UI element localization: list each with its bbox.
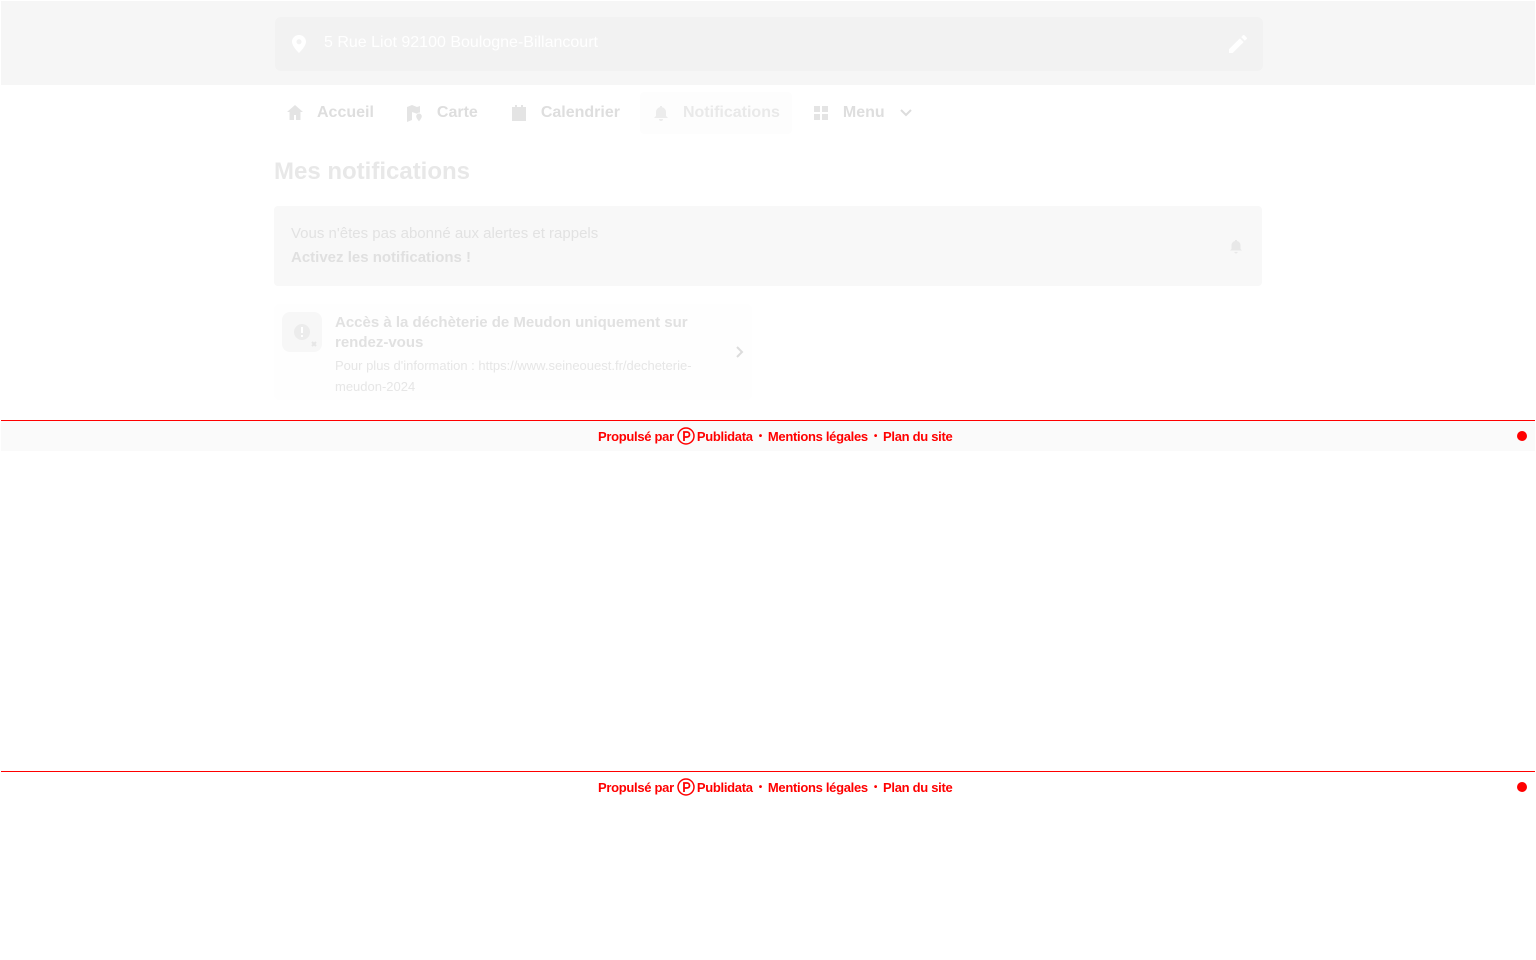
- publidata-link[interactable]: Publidata: [697, 429, 753, 444]
- nav-item-accueil[interactable]: Accueil: [274, 92, 386, 134]
- status-dot: [1517, 431, 1527, 441]
- nav-item-notifications[interactable]: Notifications: [639, 92, 792, 134]
- sitemap-link[interactable]: Plan du site: [883, 780, 953, 795]
- legal-notice-link[interactable]: Mentions légales: [768, 429, 868, 444]
- sitemap-link[interactable]: Plan du site: [883, 429, 953, 444]
- footer-links: Propulsé par Publidata • Mentions légale…: [598, 778, 953, 796]
- footer-duplicate: Propulsé par Publidata • Mentions légale…: [1, 771, 1535, 802]
- bell-icon: [1230, 240, 1242, 254]
- nav-item-calendrier[interactable]: Calendrier: [498, 92, 632, 134]
- address-text: 5 Rue Liot 92100 Boulogne-Billancourt: [324, 34, 598, 51]
- footer-separator: •: [873, 781, 878, 793]
- footer-separator: •: [758, 430, 763, 442]
- notification-body: Pour plus d'information : https://www.se…: [335, 358, 692, 394]
- footer-links: Propulsé par Publidata • Mentions légale…: [598, 427, 953, 445]
- publidata-logo-icon: [677, 427, 695, 445]
- address-bar[interactable]: 5 Rue Liot 92100 Boulogne-Billancourt: [275, 17, 1263, 71]
- nav-label: Menu: [842, 104, 885, 121]
- map-icon: [406, 105, 422, 122]
- nav-label: Calendrier: [540, 104, 620, 121]
- powered-by-text: Propulsé par: [598, 779, 674, 795]
- publidata-link[interactable]: Publidata: [697, 780, 753, 795]
- home-icon: [287, 105, 303, 120]
- subscribe-banner[interactable]: Vous n'êtes pas abonné aux alertes et ra…: [274, 206, 1262, 286]
- chevron-right-icon: [736, 346, 744, 358]
- footer: Propulsé par Publidata • Mentions légale…: [1, 420, 1535, 451]
- activate-notifications-link[interactable]: Activez les notifications !: [291, 249, 471, 266]
- bell-icon: [653, 106, 668, 121]
- notification-card[interactable]: Accès à la déchèterie de Meudon uniqueme…: [274, 304, 752, 400]
- footer-separator: •: [873, 430, 878, 442]
- page-title: Mes notifications: [274, 158, 471, 185]
- footer-separator: •: [758, 781, 763, 793]
- publidata-logo-icon: [677, 778, 695, 796]
- alert-recycle-icon: [282, 312, 322, 352]
- edit-pencil-icon[interactable]: [1229, 35, 1247, 53]
- subscribe-info-text: Vous n'êtes pas abonné aux alertes et ra…: [291, 225, 599, 242]
- nav-label: Notifications: [682, 104, 780, 121]
- nav-item-carte[interactable]: Carte: [394, 92, 490, 134]
- notification-title: Accès à la déchèterie de Meudon uniqueme…: [335, 314, 688, 351]
- chevron-down-icon: [899, 109, 912, 117]
- grid-icon: [813, 106, 828, 120]
- nav-item-menu[interactable]: Menu: [800, 92, 925, 134]
- status-dot: [1517, 782, 1527, 792]
- header: 5 Rue Liot 92100 Boulogne-Billancourt: [1, 1, 1535, 85]
- nav-label: Carte: [436, 104, 478, 121]
- powered-by-text: Propulsé par: [598, 428, 674, 444]
- nav-label: Accueil: [317, 104, 374, 121]
- location-pin-icon: [292, 35, 306, 53]
- main-nav: Accueil Carte Calendrier Notifications M…: [274, 92, 933, 134]
- calendar-icon: [511, 105, 526, 121]
- app-frame: 5 Rue Liot 92100 Boulogne-Billancourt Ac…: [0, 0, 1536, 960]
- legal-notice-link[interactable]: Mentions légales: [768, 780, 868, 795]
